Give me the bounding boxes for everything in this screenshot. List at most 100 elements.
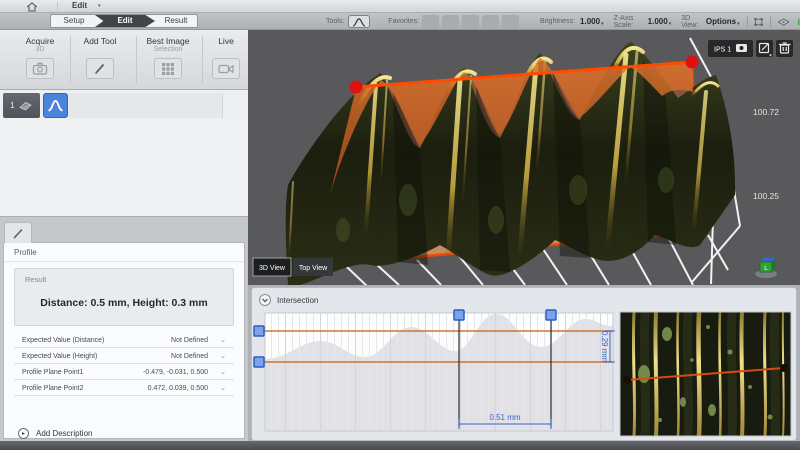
intersection-section: Intersection 0.51 mm xyxy=(248,285,800,450)
ips-snapshot-button[interactable]: IPS 1 xyxy=(708,40,753,57)
ribbon-divider xyxy=(770,16,771,27)
live-subtitle xyxy=(204,46,248,54)
chevron-down-icon[interactable]: ⌄ xyxy=(220,368,226,376)
best-image-subtitle: Selection xyxy=(138,46,198,54)
fit-frame-icon[interactable] xyxy=(754,16,763,28)
tools-cluster: Tools: Favorites: xyxy=(326,14,519,29)
upper-line-handle[interactable] xyxy=(254,326,264,336)
3d-view-label: 3D View: xyxy=(681,15,701,29)
3d-view-options[interactable]: Options xyxy=(706,17,736,26)
ribbon-divider xyxy=(747,16,748,27)
3d-view-caret-icon[interactable]: ▾ xyxy=(737,21,740,27)
row-label: Expected Value (Height) xyxy=(22,353,97,360)
add-tool-subtitle xyxy=(72,46,128,54)
camera-icon xyxy=(32,62,48,75)
home-icon[interactable] xyxy=(26,2,38,12)
z-upper-label: 100.72 xyxy=(753,107,779,117)
surface-3d-icon xyxy=(18,99,33,113)
favorite-slot-2[interactable] xyxy=(442,15,459,28)
chevron-down-icon[interactable]: ⌄ xyxy=(220,336,226,344)
video-camera-icon xyxy=(218,63,234,75)
profile-graph[interactable]: 0.51 mm 0.29 mm xyxy=(254,310,615,431)
row-value: -0.479, -0.031, 0.500 xyxy=(143,369,208,376)
favorite-slot-1[interactable] xyxy=(422,15,439,28)
favorite-slot-4[interactable] xyxy=(482,15,499,28)
row-expected-height[interactable]: Expected Value (Height) Not Defined ⌄ xyxy=(14,349,234,364)
row-expected-distance[interactable]: Expected Value (Distance) Not Defined ⌄ xyxy=(14,333,234,348)
workflow-tabs: Setup Edit Result xyxy=(50,14,198,28)
menu-edit-caret-icon[interactable]: ▾ xyxy=(98,3,101,9)
chevron-down-icon[interactable]: ⌄ xyxy=(220,384,226,392)
brightness-label: Brightness: xyxy=(540,18,575,25)
app-window: Edit ▾ Setup Edit Result Tools: Favorite… xyxy=(0,0,800,450)
best-image-title: Best Image xyxy=(138,36,198,46)
distance-dimension-label: 0.51 mm xyxy=(489,413,520,422)
favorites-label: Favorites: xyxy=(388,18,419,25)
window-bottom-edge xyxy=(0,441,800,450)
plane-handle-left[interactable] xyxy=(350,81,363,94)
chevron-down-icon[interactable]: ⌄ xyxy=(220,352,226,360)
surface-photo[interactable] xyxy=(620,312,791,436)
z-lower-label: 100.25 xyxy=(753,191,779,201)
add-description[interactable]: ▸ Add Description xyxy=(18,428,92,439)
row-value: Not Defined xyxy=(171,353,208,360)
intersection-collapse-button[interactable] xyxy=(260,295,271,306)
profile-tool-tile-selected[interactable] xyxy=(43,93,68,118)
dataset-tile[interactable]: 1 xyxy=(3,93,40,118)
live-title: Live xyxy=(204,36,248,46)
favorite-slot-3[interactable] xyxy=(462,15,479,28)
row-label: Profile Plane Point1 xyxy=(22,369,83,376)
view-settings-cluster: Brightness: 1.000 ▾ Z-Axis Scale: 1.000 … xyxy=(540,14,800,29)
live-button[interactable] xyxy=(212,58,240,79)
tool-row-end[interactable] xyxy=(222,93,245,118)
profile-tool-button[interactable] xyxy=(348,15,370,28)
add-tool-button[interactable] xyxy=(86,58,114,79)
viewport-3d[interactable]: 100.72 100.25 IPS 1 xyxy=(248,30,800,285)
tab-edit[interactable]: Edit xyxy=(95,15,155,27)
expand-icon[interactable]: ▸ xyxy=(18,428,29,439)
grid-icon xyxy=(161,62,175,75)
left-panel: Acquire 3D Add Tool xyxy=(0,30,248,441)
tab-setup[interactable]: Setup xyxy=(51,15,97,27)
live-group: Live xyxy=(204,36,248,79)
tool-list: 1 xyxy=(0,90,248,217)
toolbar-divider xyxy=(136,36,137,84)
pencil-icon xyxy=(11,227,25,240)
delete-button[interactable] xyxy=(776,40,793,57)
edit-profile-tab[interactable] xyxy=(4,222,32,243)
z-axis-scale-value[interactable]: 1.000 xyxy=(648,17,668,26)
add-tool-title: Add Tool xyxy=(72,36,128,46)
view-mode-3d-button[interactable]: 3D View xyxy=(253,258,291,276)
z-axis-caret-icon[interactable]: ▾ xyxy=(669,21,672,27)
profile-curve-icon xyxy=(47,99,64,112)
result-value: Distance: 0.5 mm, Height: 0.3 mm xyxy=(15,297,233,309)
profile-panel-title: Profile xyxy=(14,248,37,257)
acquire-3d-button[interactable] xyxy=(26,58,54,79)
favorite-slot-5[interactable] xyxy=(502,15,519,28)
brightness-value[interactable]: 1.000 xyxy=(580,17,600,26)
photo-line-endpoint-right[interactable] xyxy=(780,364,788,372)
row-label: Expected Value (Distance) xyxy=(22,337,104,344)
add-description-label: Add Description xyxy=(36,429,92,438)
view-mode-top-button[interactable]: Top View xyxy=(293,258,333,276)
profile-panel: Profile Result Distance: 0.5 mm, Height:… xyxy=(3,242,245,439)
best-image-button[interactable] xyxy=(154,58,182,79)
row-plane-point2[interactable]: Profile Plane Point2 0.472, 0.039, 0.500… xyxy=(14,381,234,396)
brightness-caret-icon[interactable]: ▾ xyxy=(601,21,604,27)
right-cursor-handle[interactable] xyxy=(546,310,556,320)
z-axis-scale-label: Z-Axis Scale: xyxy=(614,15,643,29)
acquire-subtitle: 3D xyxy=(12,46,68,54)
lower-line-handle[interactable] xyxy=(254,357,264,367)
toolbar-divider xyxy=(70,36,71,84)
row-plane-point1[interactable]: Profile Plane Point1 -0.479, -0.031, 0.5… xyxy=(14,365,234,380)
export-edit-button[interactable] xyxy=(756,40,773,57)
3d-plane-icon[interactable] xyxy=(778,17,789,27)
menu-edit[interactable]: Edit xyxy=(72,1,87,10)
profile-curve-icon xyxy=(352,17,366,27)
plane-handle-right[interactable] xyxy=(686,56,699,69)
tab-result[interactable]: Result xyxy=(155,15,197,27)
pencil-icon xyxy=(93,62,107,75)
photo-line-endpoint-left[interactable] xyxy=(623,376,631,384)
left-cursor-handle[interactable] xyxy=(454,310,464,320)
ribbon-toolbar: Setup Edit Result Tools: Favorites: Brig… xyxy=(0,13,800,30)
